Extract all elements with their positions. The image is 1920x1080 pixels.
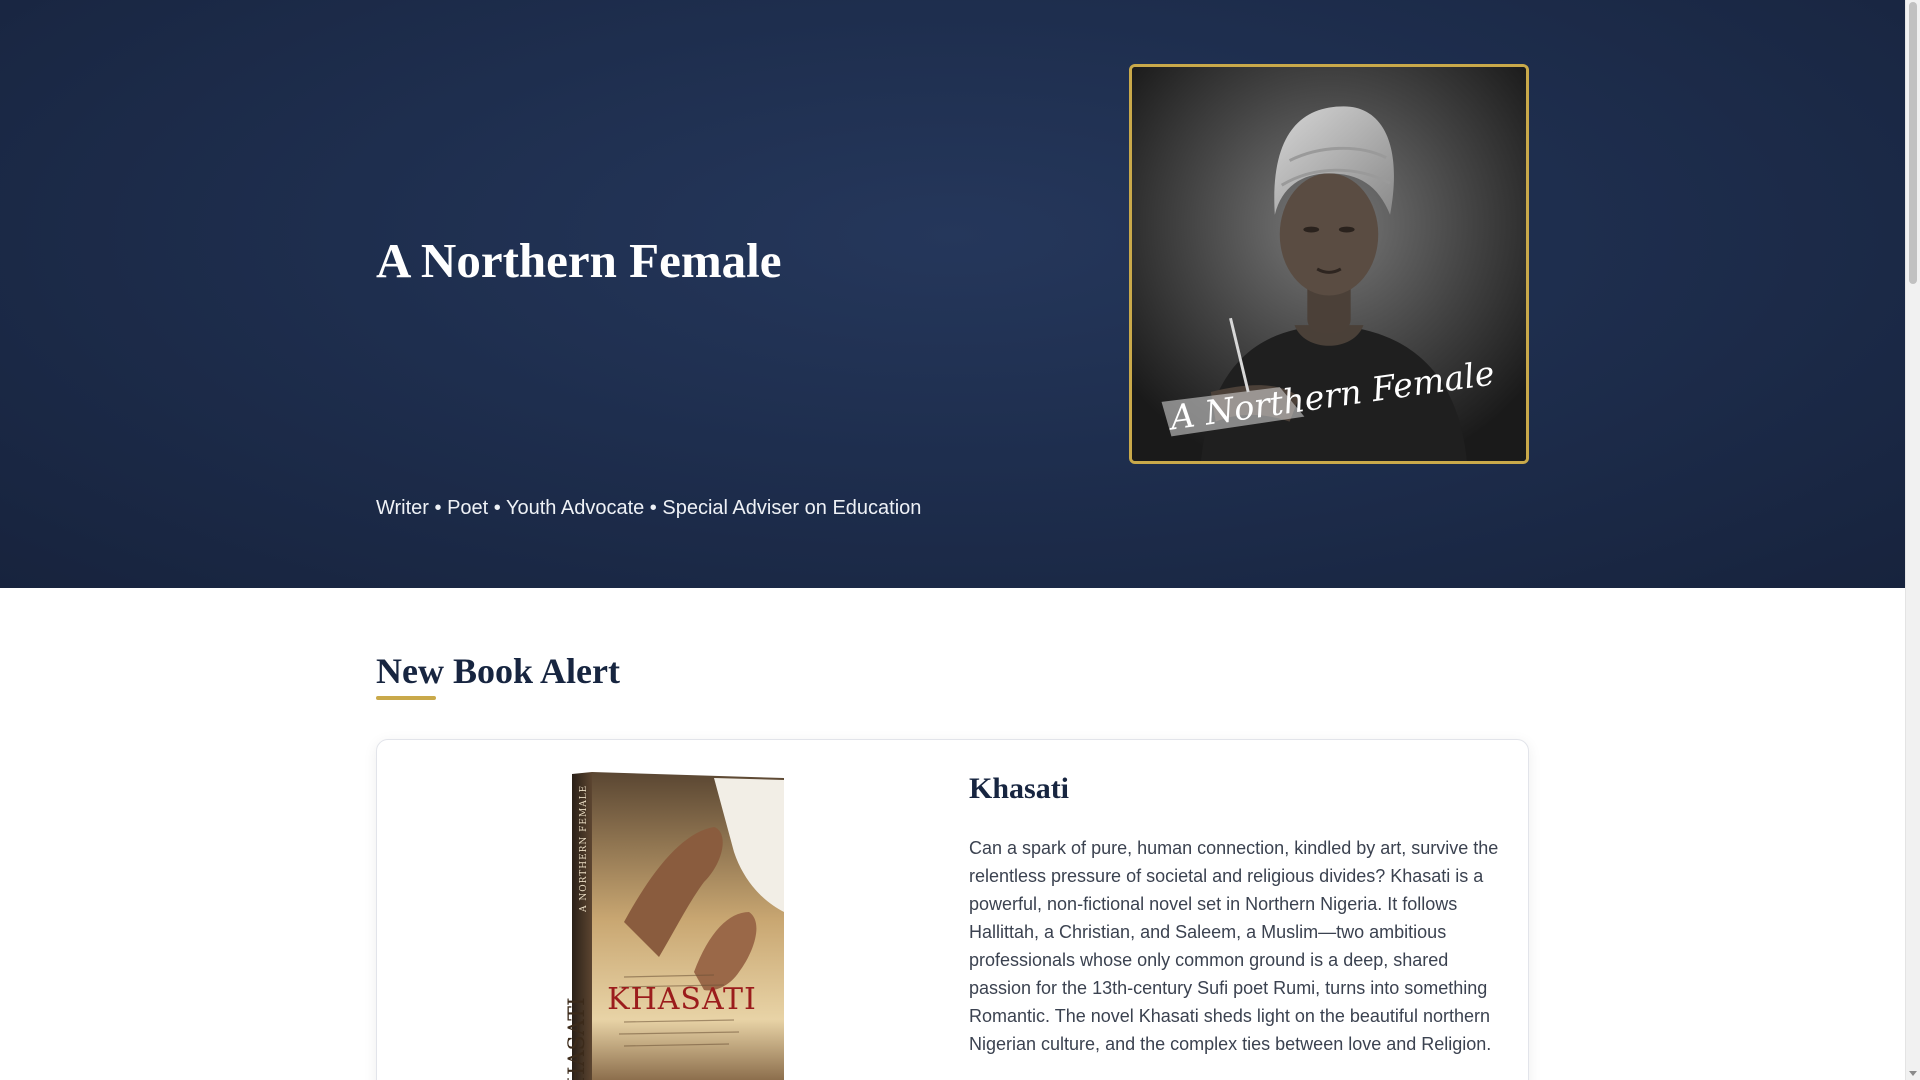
scroll-down-arrow-icon[interactable]: [1909, 1071, 1917, 1076]
hero-banner: A Northern Female Writer • Poet • Youth …: [0, 0, 1905, 588]
cover-title: KHASATI: [607, 982, 757, 1017]
hero-title: A Northern Female: [376, 233, 782, 288]
author-portrait-image: A Northern Female: [1129, 64, 1529, 464]
book-title: Khasati: [969, 772, 1070, 805]
heading-underline: [376, 696, 436, 700]
cover-author: A NORTHERN FEMALE: [579, 785, 589, 913]
book-description: Can a spark of pure, human connection, k…: [969, 838, 1499, 1054]
cover-spine-title: KHASATI: [565, 997, 590, 1080]
page-scrollbar[interactable]: [1905, 0, 1920, 1080]
book-cover-image: KHASATI A NORTHERN FEMALE KHASATI: [564, 772, 784, 1080]
book-cover-illustration: KHASATI A NORTHERN FEMALE KHASATI: [565, 772, 784, 1080]
hero-tagline: Writer • Poet • Youth Advocate • Special…: [376, 497, 922, 519]
portrait-illustration: A Northern Female: [1132, 67, 1526, 461]
section-heading: New Book Alert: [376, 651, 620, 691]
book-card: KHASATI A NORTHERN FEMALE KHASATI Khasat…: [376, 739, 1529, 1080]
scrollbar-thumb[interactable]: [1909, 2, 1917, 284]
